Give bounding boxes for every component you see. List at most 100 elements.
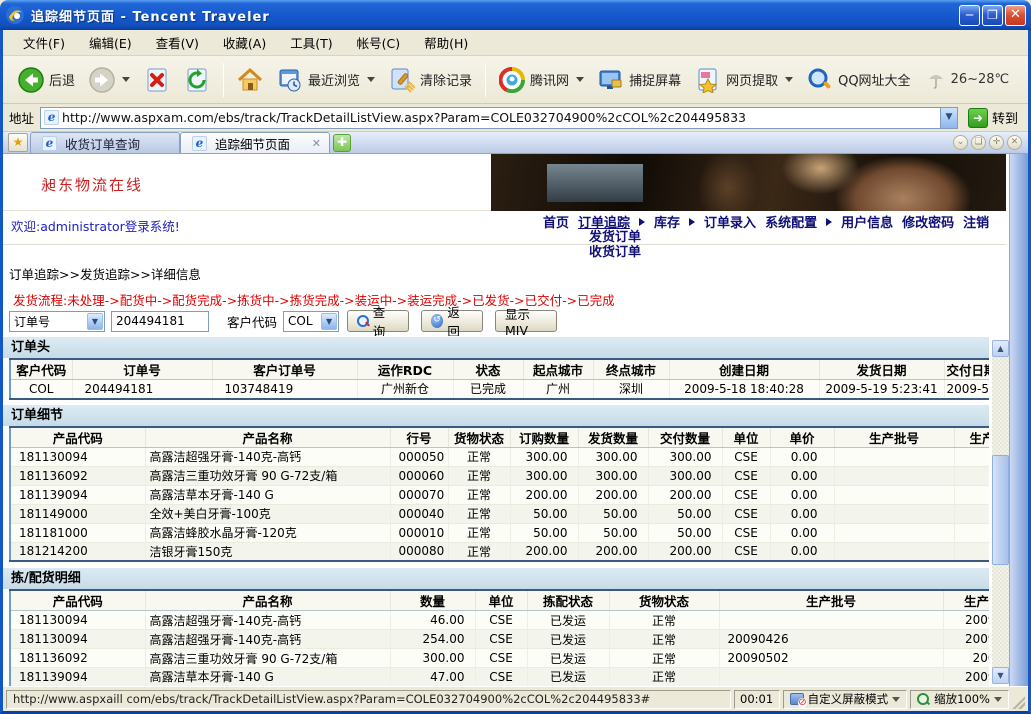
menu-help[interactable]: 帮助(H) [414, 30, 478, 55]
show-miv-button[interactable]: 显示 MIV [495, 310, 557, 332]
resize-grip[interactable] [1012, 690, 1025, 709]
tab-pin-button[interactable]: ✛ [989, 135, 1004, 150]
capture-screen-button[interactable]: 捕捉屏幕 [591, 63, 688, 97]
block-mode-control[interactable]: 自定义屏蔽模式 [783, 690, 908, 709]
block-mode-icon [790, 693, 804, 705]
table-cell: 正常 [448, 485, 510, 504]
home-button[interactable] [230, 63, 270, 97]
submenu-ship-order[interactable]: 发货订单 [589, 230, 641, 245]
tencent-dropdown-icon[interactable] [576, 77, 584, 82]
menu-file[interactable]: 文件(F) [13, 30, 75, 55]
toolbar-separator [485, 63, 486, 97]
block-mode-label: 自定义屏蔽模式 [808, 691, 889, 707]
column-header: 交付日期 [944, 359, 989, 380]
maximize-button[interactable]: ❐ [982, 5, 1003, 26]
tab-restore-button[interactable]: ❏ [971, 135, 986, 150]
clear-history-button[interactable]: 清除记录 [382, 63, 479, 97]
window-scroll-strip[interactable] [1009, 154, 1028, 686]
table-cell [834, 485, 954, 504]
table-cell: 2009-5-19 8 [944, 380, 989, 399]
order-type-select[interactable]: 订单号 ▼ [9, 311, 105, 332]
page-content: 昶东物流在线 欢迎:administrator登录系统! 首页 订单追踪 库存 … [3, 154, 1028, 686]
zoom-icon [917, 693, 930, 706]
back-button[interactable]: 后退 [11, 63, 82, 97]
new-tab-button[interactable]: ✚ [333, 134, 351, 152]
nav-home[interactable]: 首页 [543, 212, 569, 231]
order-number-input[interactable] [111, 311, 209, 332]
favorites-star-icon[interactable]: ★ [8, 133, 28, 152]
menu-favorites[interactable]: 收藏(A) [213, 30, 276, 55]
page-extract-button[interactable]: 网页提取 [688, 63, 800, 97]
menu-account[interactable]: 帐号(C) [347, 30, 410, 55]
refresh-button[interactable] [177, 63, 217, 97]
chevron-down-icon: ▼ [87, 313, 103, 330]
qq-sites-icon [807, 67, 833, 93]
table-cell: 181136092 [10, 466, 145, 485]
nav-order-entry[interactable]: 订单录入 [704, 212, 756, 231]
submenu-receive-order[interactable]: 收货订单 [589, 245, 641, 260]
table-row: 181139094高露洁草本牙膏-140 G000070正常200.00200.… [10, 485, 989, 504]
minimize-button[interactable]: ─ [959, 5, 980, 26]
tab-closeall-button[interactable]: ✕ [1007, 135, 1022, 150]
extract-dropdown-icon[interactable] [785, 77, 793, 82]
stop-button[interactable] [137, 63, 177, 97]
address-field[interactable]: e http://www.aspxam.com/ebs/track/TrackD… [40, 107, 958, 129]
column-header: 拣配状态 [527, 590, 609, 611]
chevron-down-icon[interactable] [994, 697, 1002, 702]
tab-close-icon[interactable]: ✕ [312, 137, 321, 150]
scroll-down-icon[interactable]: ▼ [992, 667, 1009, 684]
weather-icon [926, 70, 946, 90]
table-cell: 200.00 [648, 485, 722, 504]
go-label: 转到 [992, 108, 1018, 127]
menu-edit[interactable]: 编辑(E) [79, 30, 142, 55]
stop-icon [144, 67, 170, 93]
title-bar[interactable]: 追踪细节页面 - Tencent Traveler ─ ❐ ✕ [0, 0, 1031, 30]
table-cell: 正常 [609, 649, 719, 668]
tab-receipt-order-query[interactable]: e 收货订单查询 [30, 132, 180, 153]
nav-logout[interactable]: 注销 [963, 212, 989, 231]
page-extract-label: 网页提取 [726, 70, 778, 89]
customer-code-select[interactable]: COL ▼ [283, 311, 339, 332]
site-banner: 昶东物流在线 [3, 154, 1006, 211]
table-cell: 洁银牙膏150克 [145, 542, 390, 561]
table-cell: 0.00 [770, 504, 834, 523]
tab-list-button[interactable]: ⌄ [953, 135, 968, 150]
table-row: 181149000全效+美白牙膏-100克000040正常50.0050.005… [10, 504, 989, 523]
column-header: 订单号 [72, 359, 212, 380]
recent-dropdown-icon[interactable] [367, 77, 375, 82]
scrollbar-thumb[interactable] [992, 455, 1009, 565]
capture-screen-label: 捕捉屏幕 [629, 70, 681, 89]
column-header: 产品代码 [10, 427, 145, 448]
close-button[interactable]: ✕ [1005, 5, 1026, 26]
table-cell: 300.00 [510, 466, 578, 485]
menu-view[interactable]: 查看(V) [146, 30, 209, 55]
page-extract-icon [695, 67, 721, 93]
tencent-site-button[interactable]: 腾讯网 [492, 63, 591, 97]
address-url[interactable]: http://www.aspxam.com/ebs/track/TrackDet… [62, 110, 940, 125]
weather-widget[interactable]: 26~28℃ [926, 70, 1010, 90]
nav-change-password[interactable]: 修改密码 [902, 212, 954, 231]
go-button[interactable]: ➜ 转到 [964, 107, 1022, 129]
nav-inventory[interactable]: 库存 [654, 212, 680, 231]
scroll-up-icon[interactable]: ▲ [992, 340, 1009, 357]
nav-system-config[interactable]: 系统配置 [765, 212, 817, 231]
qq-sites-button[interactable]: QQ网址大全 [800, 63, 917, 97]
table-cell: 103748419 [212, 380, 357, 399]
query-button[interactable]: 查 询 [347, 310, 409, 332]
menu-tools[interactable]: 工具(T) [280, 30, 342, 55]
chevron-down-icon[interactable] [892, 697, 900, 702]
forward-dropdown-icon[interactable] [122, 77, 130, 82]
recent-browse-button[interactable]: 最近浏览 [270, 63, 382, 97]
content-scrollbar[interactable]: ▲ ▼ [992, 340, 1009, 684]
table-cell: 181149000 [10, 504, 145, 523]
zoom-control[interactable]: 缩放100% [910, 690, 1009, 709]
return-button[interactable]: ↺ 返 回 [421, 310, 483, 332]
column-header: 发货日期 [819, 359, 944, 380]
address-dropdown-icon[interactable]: ▼ [940, 108, 957, 128]
table-cell: 181181000 [10, 523, 145, 542]
nav-user-info[interactable]: 用户信息 [841, 212, 893, 231]
forward-button[interactable] [82, 63, 137, 97]
table-row: 181139094高露洁草本牙膏-140 G47.00CSE已发运正常2009-… [10, 668, 989, 687]
tab-track-detail[interactable]: e 追踪细节页面 ✕ [180, 132, 330, 153]
nav-order-track[interactable]: 订单追踪 [578, 212, 630, 231]
